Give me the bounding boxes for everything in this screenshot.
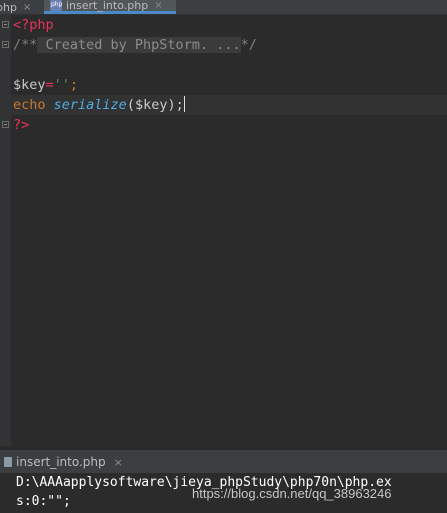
string-literal: '' bbox=[53, 77, 70, 93]
code-line-2: /** Created by PhpStorm. ...*/ bbox=[13, 35, 257, 55]
run-tab-label: insert_into.php bbox=[16, 455, 106, 469]
text-caret bbox=[183, 96, 185, 112]
code-line-6: ?> bbox=[13, 115, 29, 135]
fold-marker-icon[interactable] bbox=[2, 21, 9, 28]
echo-keyword: echo bbox=[13, 97, 46, 113]
assign-operator: = bbox=[45, 77, 54, 93]
serialize-function: serialize bbox=[53, 97, 127, 113]
tab-php[interactable]: php × bbox=[0, 0, 38, 14]
editor-gutter bbox=[0, 15, 11, 446]
php-file-icon bbox=[50, 0, 62, 11]
tab-insert-into-php[interactable]: insert_into.php × bbox=[44, 0, 176, 14]
file-icon bbox=[4, 457, 12, 467]
fold-marker-icon[interactable] bbox=[2, 121, 9, 128]
function-args: ($key); bbox=[126, 97, 184, 113]
code-line-4: $key=''; bbox=[13, 75, 78, 95]
close-icon[interactable]: × bbox=[154, 0, 162, 11]
run-tab-insert-into-php[interactable]: insert_into.php × bbox=[0, 450, 123, 474]
fold-marker-icon[interactable] bbox=[2, 41, 9, 48]
code-line-5: echo serialize($key); bbox=[13, 95, 185, 115]
variable-key: $key bbox=[13, 77, 46, 93]
run-panel-tab-bar: insert_into.php × bbox=[0, 449, 447, 474]
comment-close: */ bbox=[240, 37, 257, 53]
php-close-tag: ?> bbox=[13, 117, 30, 133]
code-line-1: <?php bbox=[13, 15, 54, 35]
comment-open: /** bbox=[13, 37, 38, 53]
tab-label: insert_into.php bbox=[66, 0, 149, 12]
semicolon: ; bbox=[69, 77, 79, 93]
tab-label: php bbox=[0, 0, 17, 14]
close-icon[interactable]: × bbox=[23, 2, 31, 13]
folded-comment[interactable]: Created by PhpStorm. ... bbox=[37, 37, 241, 53]
console-output-line: s:0:""; bbox=[16, 494, 71, 509]
watermark: https://blog.csdn.net/qq_38963246 bbox=[192, 486, 392, 501]
close-icon[interactable]: × bbox=[114, 456, 123, 469]
code-editor[interactable]: <?php /** Created by PhpStorm. ...*/ $ke… bbox=[0, 15, 447, 446]
php-open-tag: <?php bbox=[13, 17, 54, 33]
tab-bar-empty-area bbox=[176, 0, 447, 14]
editor-tab-bar: php × insert_into.php × bbox=[0, 0, 447, 15]
